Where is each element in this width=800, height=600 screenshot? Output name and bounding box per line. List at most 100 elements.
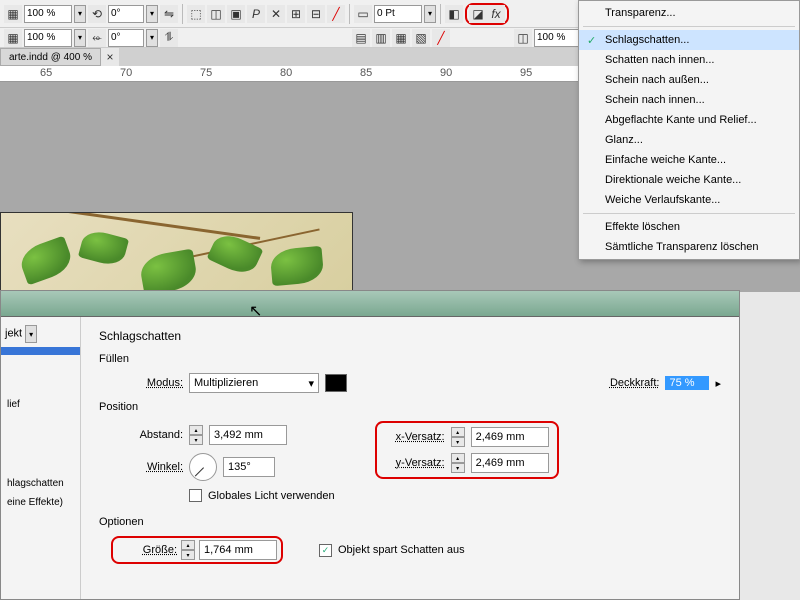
spart-schatten-label: Objekt spart Schatten aus bbox=[338, 544, 465, 556]
no-wrap-icon[interactable]: ╱ bbox=[432, 29, 450, 47]
zoom-dropdown-2[interactable]: ▾ bbox=[74, 29, 86, 47]
xversatz-spinner[interactable]: ▴▾ bbox=[451, 427, 465, 447]
dialog-main-panel: Schlagschatten Füllen Modus: Multiplizie… bbox=[81, 317, 739, 599]
menu-item-effekte-loeschen[interactable]: Effekte löschen bbox=[579, 217, 799, 237]
yversatz-field[interactable] bbox=[471, 453, 549, 473]
groesse-highlight: Größe: ▴▾ bbox=[111, 536, 283, 564]
effect-list-item[interactable]: lief bbox=[1, 395, 80, 414]
angle-dropdown-1[interactable]: ▾ bbox=[146, 5, 158, 23]
effect-list-item[interactable]: eine Effekte) bbox=[1, 493, 80, 512]
tool-icon-b[interactable]: ◫ bbox=[207, 5, 225, 23]
tool-icon-e[interactable]: ⊞ bbox=[287, 5, 305, 23]
stroke-weight-field[interactable] bbox=[374, 5, 422, 23]
shadow-toggle-icon[interactable]: ◪ bbox=[469, 5, 487, 23]
menu-item-schein-innen[interactable]: Schein nach innen... bbox=[579, 90, 799, 110]
groesse-field[interactable] bbox=[199, 540, 277, 560]
misc-field[interactable] bbox=[534, 29, 582, 47]
global-light-checkbox[interactable] bbox=[189, 489, 202, 502]
wrap-icon-d[interactable]: ▧ bbox=[412, 29, 430, 47]
type-tool-icon[interactable]: P bbox=[247, 5, 265, 23]
ruler-tick: 95 bbox=[520, 67, 532, 79]
abstand-field[interactable] bbox=[209, 425, 287, 445]
ruler-tick: 70 bbox=[120, 67, 132, 79]
menu-item-direktionale-kante[interactable]: Direktionale weiche Kante... bbox=[579, 170, 799, 190]
angle-field-2[interactable] bbox=[108, 29, 144, 47]
menu-separator bbox=[583, 213, 795, 214]
corner-icon[interactable]: ◧ bbox=[445, 5, 463, 23]
shear-icon[interactable]: ⬰ bbox=[88, 29, 106, 47]
wrap-icon-a[interactable]: ▤ bbox=[352, 29, 370, 47]
ruler-tick: 75 bbox=[200, 67, 212, 79]
ruler-tick: 80 bbox=[280, 67, 292, 79]
opacity-slider-arrow[interactable]: ▸ bbox=[715, 377, 721, 390]
xversatz-label: x-Versatz: bbox=[385, 431, 445, 443]
dialog-titlebar[interactable]: ↖ bbox=[1, 291, 739, 317]
blend-mode-value: Multiplizieren bbox=[194, 377, 258, 389]
stroke-icon[interactable]: ▭ bbox=[354, 5, 372, 23]
effect-list-item[interactable]: hlagschatten bbox=[1, 474, 80, 493]
fx-button[interactable]: fx bbox=[487, 5, 505, 23]
ruler-tick: 90 bbox=[440, 67, 452, 79]
misc-icon[interactable]: ◫ bbox=[514, 29, 532, 47]
tool-icon-d[interactable]: ✕ bbox=[267, 5, 285, 23]
yversatz-label: y-Versatz: bbox=[385, 457, 445, 469]
menu-item-einfache-kante[interactable]: Einfache weiche Kante... bbox=[579, 150, 799, 170]
angle-widget[interactable] bbox=[189, 453, 217, 481]
menu-item-abgeflachte-kante[interactable]: Abgeflachte Kante und Relief... bbox=[579, 110, 799, 130]
menu-item-transparenz[interactable]: Transparenz... bbox=[579, 3, 799, 23]
blend-mode-select[interactable]: Multiplizieren▾ bbox=[189, 373, 319, 393]
winkel-label: Winkel: bbox=[123, 461, 183, 473]
target-label: jekt bbox=[5, 328, 22, 340]
position-group-title: Position bbox=[99, 401, 721, 413]
winkel-field[interactable] bbox=[223, 457, 275, 477]
shadow-color-swatch[interactable] bbox=[325, 374, 347, 392]
link-icon[interactable]: ▦ bbox=[4, 5, 22, 23]
tool-icon-a[interactable]: ⬚ bbox=[187, 5, 205, 23]
angle-field-1[interactable] bbox=[108, 5, 144, 23]
wrap-icon-b[interactable]: ▥ bbox=[372, 29, 390, 47]
menu-item-schlagschatten[interactable]: Schlagschatten... bbox=[579, 30, 799, 50]
target-dropdown[interactable]: ▾ bbox=[25, 325, 37, 343]
tool-icon-c[interactable]: ▣ bbox=[227, 5, 245, 23]
versatz-highlight: x-Versatz: ▴▾ y-Versatz: ▴▾ bbox=[375, 421, 559, 479]
dialog-section-title: Schlagschatten bbox=[99, 329, 721, 343]
ruler-tick: 65 bbox=[40, 67, 52, 79]
zoom-field-2[interactable] bbox=[24, 29, 72, 47]
menu-item-schatten-innen[interactable]: Schatten nach innen... bbox=[579, 50, 799, 70]
link-icon-2[interactable]: ▦ bbox=[4, 29, 22, 47]
tool-icon-f[interactable]: ⊟ bbox=[307, 5, 325, 23]
rotate-icon-1[interactable]: ⟲ bbox=[88, 5, 106, 23]
groesse-spinner[interactable]: ▴▾ bbox=[181, 540, 195, 560]
zoom-dropdown-1[interactable]: ▾ bbox=[74, 5, 86, 23]
mode-label: Modus: bbox=[123, 377, 183, 389]
menu-separator bbox=[583, 26, 795, 27]
flip-h-icon[interactable]: ⇋ bbox=[160, 5, 178, 23]
menu-item-verlaufskante[interactable]: Weiche Verlaufskante... bbox=[579, 190, 799, 210]
wrap-icon-c[interactable]: ▦ bbox=[392, 29, 410, 47]
menu-item-schein-aussen[interactable]: Schein nach außen... bbox=[579, 70, 799, 90]
placed-image-frame[interactable] bbox=[0, 212, 353, 292]
stroke-dropdown[interactable]: ▾ bbox=[424, 5, 436, 23]
document-tab[interactable]: arte.indd @ 400 % bbox=[0, 48, 101, 66]
abstand-spinner[interactable]: ▴▾ bbox=[189, 425, 203, 445]
effects-dialog: ↖ jekt ▾ lief hlagschatten eine Effekte)… bbox=[0, 290, 740, 600]
menu-item-transparenz-loeschen[interactable]: Sämtliche Transparenz löschen bbox=[579, 237, 799, 257]
flip-v-icon[interactable]: ⥮ bbox=[160, 29, 178, 47]
xversatz-field[interactable] bbox=[471, 427, 549, 447]
opacity-field[interactable]: 75 % bbox=[665, 376, 709, 390]
effect-list-item[interactable] bbox=[1, 347, 80, 355]
opacity-label: Deckkraft: bbox=[599, 377, 659, 389]
groesse-label: Größe: bbox=[117, 544, 177, 556]
fx-context-menu: Transparenz... Schlagschatten... Schatte… bbox=[578, 0, 800, 260]
doc-tab-close-icon[interactable]: × bbox=[101, 48, 119, 66]
options-group-title: Optionen bbox=[99, 516, 721, 528]
yversatz-spinner[interactable]: ▴▾ bbox=[451, 453, 465, 473]
angle-dropdown-2[interactable]: ▾ bbox=[146, 29, 158, 47]
global-light-label: Globales Licht verwenden bbox=[208, 490, 335, 502]
ruler-tick: 85 bbox=[360, 67, 372, 79]
spart-schatten-checkbox[interactable]: ✓ bbox=[319, 544, 332, 557]
menu-item-glanz[interactable]: Glanz... bbox=[579, 130, 799, 150]
zoom-field-1[interactable] bbox=[24, 5, 72, 23]
no-fill-icon[interactable]: ╱ bbox=[327, 5, 345, 23]
fill-group-title: Füllen bbox=[99, 353, 721, 365]
